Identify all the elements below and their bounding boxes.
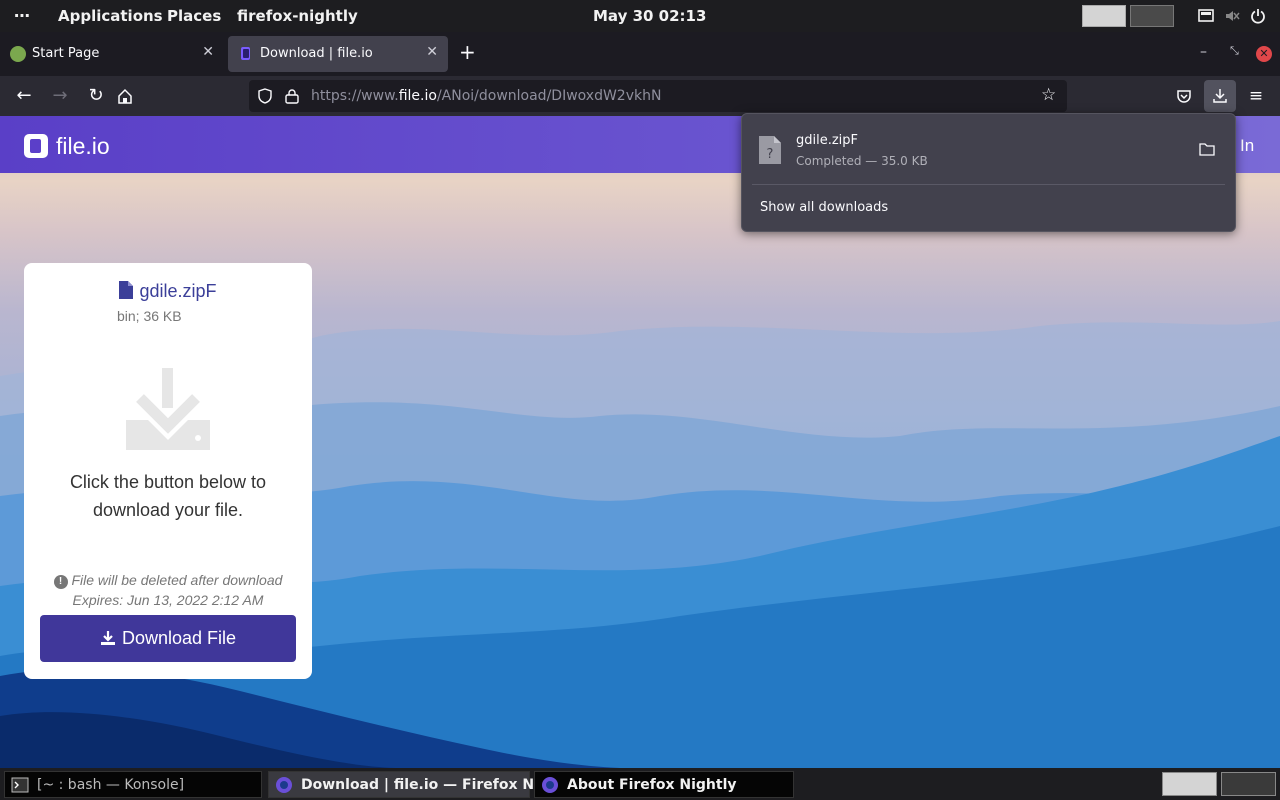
start-page-favicon — [10, 46, 26, 62]
downloads-panel: ? gdile.zipF Completed — 35.0 KB Show al… — [741, 113, 1236, 232]
open-folder-icon[interactable] — [1199, 142, 1215, 156]
download-arrow-icon — [1213, 89, 1227, 103]
file-icon — [119, 281, 134, 299]
close-tab-icon[interactable]: ✕ — [426, 44, 438, 60]
unknown-file-icon: ? — [759, 136, 781, 164]
panel-divider — [752, 184, 1225, 185]
workspace-1[interactable] — [1082, 5, 1126, 27]
task-konsole[interactable]: [~ : bash — Konsole] — [4, 771, 262, 798]
tab-start-page[interactable]: Start Page ✕ — [0, 36, 224, 72]
system-top-bar: ⋯ Applications Places firefox-nightly Ma… — [0, 0, 1280, 32]
download-icon — [100, 631, 115, 645]
volume-muted-icon[interactable] — [1224, 8, 1240, 24]
shield-icon[interactable] — [257, 88, 273, 104]
svg-text:?: ? — [767, 147, 774, 162]
terminal-icon — [11, 777, 29, 793]
download-file-name: gdile.zipF — [796, 133, 859, 148]
firefox-nightly-icon — [542, 777, 558, 793]
file-meta: bin; 36 KB — [117, 308, 182, 324]
site-logo-text[interactable]: file.io — [56, 133, 110, 160]
places-menu[interactable]: Places — [167, 7, 221, 25]
workspace-switcher-2[interactable] — [1221, 772, 1276, 796]
pocket-icon[interactable] — [1176, 88, 1192, 104]
nav-toolbar: ← → ↻ https://www.file.io/ANoi/download/… — [0, 76, 1280, 116]
info-icon: ! — [53, 575, 68, 589]
expiry-note: ! File will be deleted after download Ex… — [24, 570, 312, 610]
download-card: gdile.zipF bin; 36 KB Click the button b… — [24, 263, 312, 679]
power-icon[interactable] — [1250, 8, 1266, 24]
task-firefox-download[interactable]: Download | file.io — Firefox Nig... — [268, 771, 565, 798]
url-bar[interactable]: https://www.file.io/ANoi/download/DIwoxd… — [249, 80, 1067, 112]
restore-icon[interactable]: ⤡ — [1230, 44, 1239, 58]
download-illustration-icon — [126, 368, 210, 450]
screen-icon[interactable] — [1198, 8, 1214, 24]
applications-menu[interactable]: Applications — [58, 7, 163, 25]
back-button[interactable]: ← — [10, 82, 38, 110]
clock[interactable]: May 30 02:13 — [593, 7, 706, 25]
sign-in-link[interactable]: In — [1240, 136, 1254, 156]
file-io-logo-icon[interactable] — [24, 134, 48, 158]
tab-download-file-io[interactable]: Download | file.io ✕ — [228, 36, 448, 72]
tab-title: Download | file.io — [260, 46, 373, 61]
download-status: Completed — 35.0 KB — [796, 154, 928, 168]
reload-button[interactable]: ↻ — [82, 82, 110, 110]
workspace-2[interactable] — [1130, 5, 1174, 27]
hamburger-menu-icon[interactable]: ≡ — [1242, 82, 1270, 110]
new-tab-button[interactable]: + — [459, 40, 476, 64]
file-name: gdile.zipF — [139, 281, 217, 301]
file-name-row: gdile.zipF — [24, 281, 312, 302]
lock-icon[interactable] — [285, 88, 299, 104]
download-file-button[interactable]: Download File — [40, 615, 296, 662]
tab-title: Start Page — [32, 46, 100, 61]
home-icon[interactable] — [117, 88, 133, 104]
downloads-button[interactable] — [1204, 80, 1236, 112]
bookmark-star-icon[interactable]: ☆ — [1041, 85, 1056, 105]
file-io-favicon — [241, 47, 250, 60]
task-about-firefox[interactable]: About Firefox Nightly — [534, 771, 794, 798]
tab-strip: Start Page ✕ Download | file.io ✕ + – ⤡ … — [0, 32, 1280, 76]
url-text[interactable]: https://www.file.io/ANoi/download/DIwoxd… — [311, 88, 661, 104]
show-all-downloads-link[interactable]: Show all downloads — [760, 200, 888, 215]
app-menu[interactable]: firefox-nightly — [237, 7, 358, 25]
download-prompt: Click the button below to download your … — [69, 472, 267, 520]
firefox-nightly-icon — [276, 777, 292, 793]
activities-button[interactable]: ⋯ — [14, 6, 31, 25]
forward-button[interactable]: → — [46, 82, 74, 110]
close-window-icon[interactable]: ✕ — [1256, 46, 1272, 62]
minimize-icon[interactable]: – — [1200, 44, 1207, 60]
taskbar: [~ : bash — Konsole] Download | file.io … — [0, 768, 1280, 800]
workspace-switcher-1[interactable] — [1162, 772, 1217, 796]
close-tab-icon[interactable]: ✕ — [202, 44, 214, 60]
